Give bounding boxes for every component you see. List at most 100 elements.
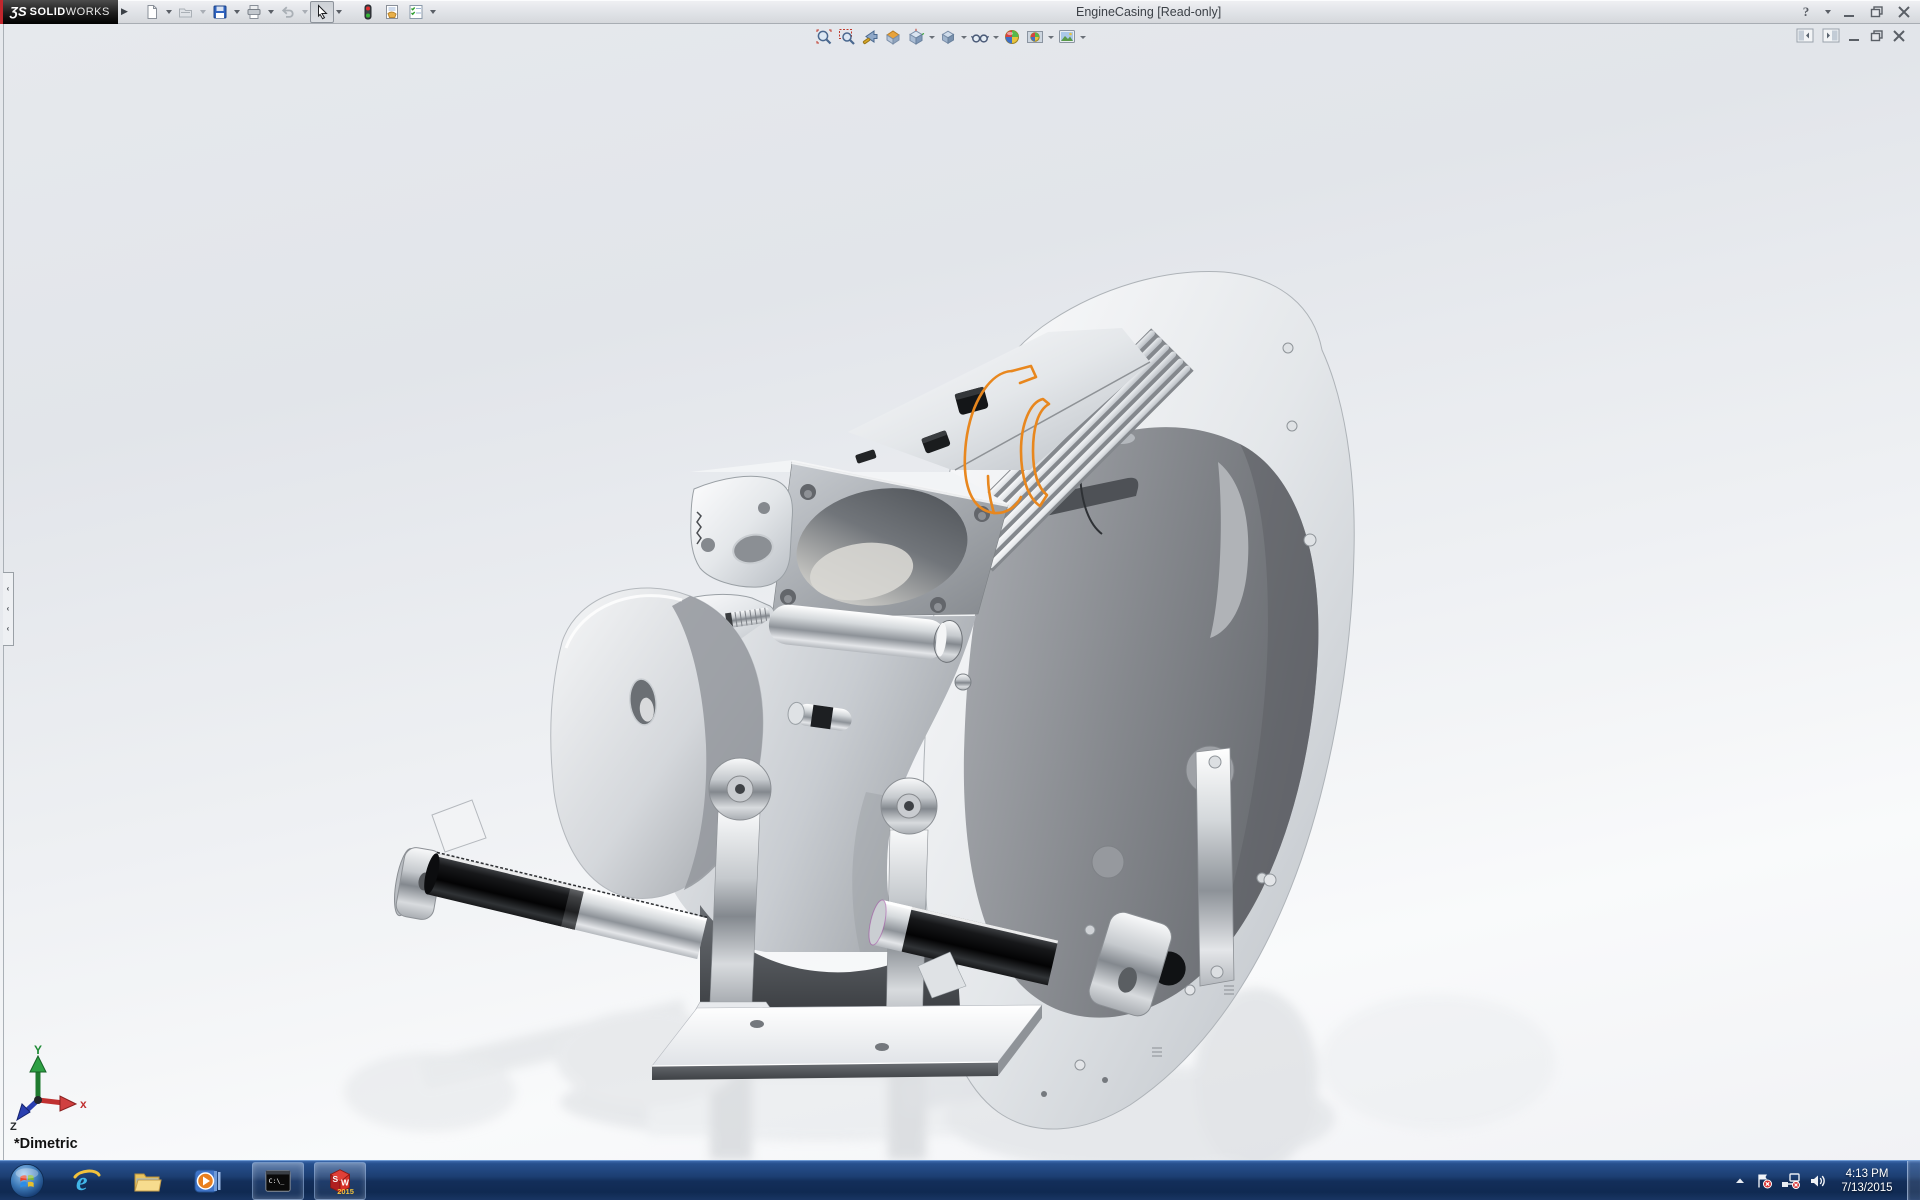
menu-expand-arrow-icon[interactable]: ▶ [121,6,128,17]
restore-app-button[interactable] [1867,3,1887,21]
view-settings-dropdown-caret[interactable] [1078,36,1087,39]
windows-explorer-taskbar-button[interactable] [132,1161,162,1200]
toggle-left-panel-button[interactable] [1796,28,1814,43]
model-rear-tab [432,800,486,852]
undo-button[interactable] [276,1,300,23]
view-orientation-label: *Dimetric [14,1136,78,1152]
help-icon: ? [1803,4,1810,20]
action-center-tray-button[interactable] [1755,1173,1773,1189]
apply-scene-button[interactable] [1023,27,1046,47]
system-tray: 4:13 PM 7/13/2015 [1733,1161,1920,1200]
graphics-viewport[interactable]: ‹‹‹ Y x Z *Dimetric [0,24,1920,1160]
tray-icons [1733,1173,1835,1189]
file-properties-button[interactable] [380,1,404,23]
taskbar-clock[interactable]: 4:13 PM 7/13/2015 [1835,1167,1899,1195]
print-icon [246,4,262,20]
select-icon [314,4,330,20]
display-style-dropdown-caret[interactable] [959,36,968,39]
rebuild-button[interactable] [356,1,380,23]
show-hidden-icons-tray-button[interactable] [1733,1174,1747,1188]
show-desktop-button[interactable] [1907,1161,1920,1200]
svg-text:S: S [333,1173,339,1183]
section-view-group [881,27,904,47]
restore-icon [1870,6,1884,18]
engine-casing-3d-model[interactable] [0,24,1920,1160]
edit-appearance-group [1000,27,1023,47]
options-button[interactable] [404,1,428,23]
windows-explorer-icon [132,1166,162,1196]
close-app-button[interactable] [1894,3,1914,21]
zoom-to-area-button[interactable] [835,27,858,47]
minimize-icon [1848,30,1862,42]
solidworks-logo[interactable]: ƷS SOLID WORKS [0,0,118,24]
minimize-icon [1843,6,1857,18]
windows-taskbar: e C:\_ SW2015 4:13 PM 7/13/2015 [0,1160,1920,1200]
new-document-button[interactable] [140,1,164,23]
select-button[interactable] [310,1,334,23]
edit-appearance-button[interactable] [1000,27,1023,47]
save-button[interactable] [208,1,232,23]
zoom-to-fit-button[interactable] [812,27,835,47]
help-dropdown-caret[interactable] [1823,1,1833,23]
open-dropdown-caret[interactable] [198,1,208,23]
save-icon [212,4,228,20]
orientation-triad: Y x Z [8,1042,98,1132]
undo-icon [280,4,296,20]
desktop-screen: ƷS SOLID WORKS ▶ EngineCasing [Read-only… [0,0,1920,1200]
start-taskbar-button[interactable] [8,1161,46,1200]
previous-view-button[interactable] [858,27,881,47]
hide-show-items-button[interactable] [968,27,991,47]
display-style-group [936,27,968,47]
view-orientation-dropdown-caret[interactable] [927,36,936,39]
options-dropdown-caret[interactable] [428,1,438,23]
new-document-dropdown-caret[interactable] [164,1,174,23]
help-button[interactable]: ? [1796,3,1816,21]
zoom-to-area-group [835,27,858,47]
volume-tray-button[interactable] [1809,1173,1827,1189]
options-group [404,1,438,23]
internet-explorer-icon: e [72,1166,102,1196]
volume-icon [1809,1173,1827,1189]
view-settings-icon [1058,28,1076,46]
select-dropdown-caret[interactable] [334,1,344,23]
collapse-arrow-icon: ‹ [7,625,10,633]
view-orientation-button[interactable] [904,27,927,47]
new-document-icon [144,4,160,20]
network-status-icon [1781,1173,1801,1189]
start-icon [9,1163,45,1199]
undo-dropdown-caret[interactable] [300,1,310,23]
solidworks-2015-icon: SW2015 [325,1166,355,1196]
svg-text:W: W [341,1177,349,1187]
section-view-button[interactable] [881,27,904,47]
view-settings-button[interactable] [1055,27,1078,47]
close-doc-button[interactable] [1892,30,1906,42]
hide-show-items-dropdown-caret[interactable] [991,36,1000,39]
feature-panel-collapsed-tab[interactable]: ‹‹‹ [3,572,14,646]
open-group [174,1,208,23]
display-style-button[interactable] [936,27,959,47]
restore-icon [1870,30,1884,42]
apply-scene-dropdown-caret[interactable] [1046,36,1055,39]
minimize-app-button[interactable] [1840,3,1860,21]
solidworks-2015-taskbar-button[interactable]: SW2015 [314,1162,366,1200]
new-document-group [140,1,174,23]
minimize-doc-button[interactable] [1848,30,1862,42]
print-dropdown-caret[interactable] [266,1,276,23]
display-style-icon [939,28,957,46]
print-group [242,1,276,23]
save-dropdown-caret[interactable] [232,1,242,23]
restore-doc-button[interactable] [1870,30,1884,42]
open-button[interactable] [174,1,198,23]
close-icon [1897,6,1911,18]
zoom-to-area-icon [838,28,856,46]
logo-red-stripe [0,0,3,24]
previous-view-group [858,27,881,47]
network-status-tray-button[interactable] [1781,1173,1801,1189]
document-window-controls [1796,28,1906,43]
print-button[interactable] [242,1,266,23]
internet-explorer-taskbar-button[interactable]: e [72,1161,102,1200]
undo-group [276,1,310,23]
command-prompt-taskbar-button[interactable]: C:\_ [252,1162,304,1200]
toggle-right-panel-button[interactable] [1822,28,1840,43]
media-player-taskbar-button[interactable] [192,1161,222,1200]
